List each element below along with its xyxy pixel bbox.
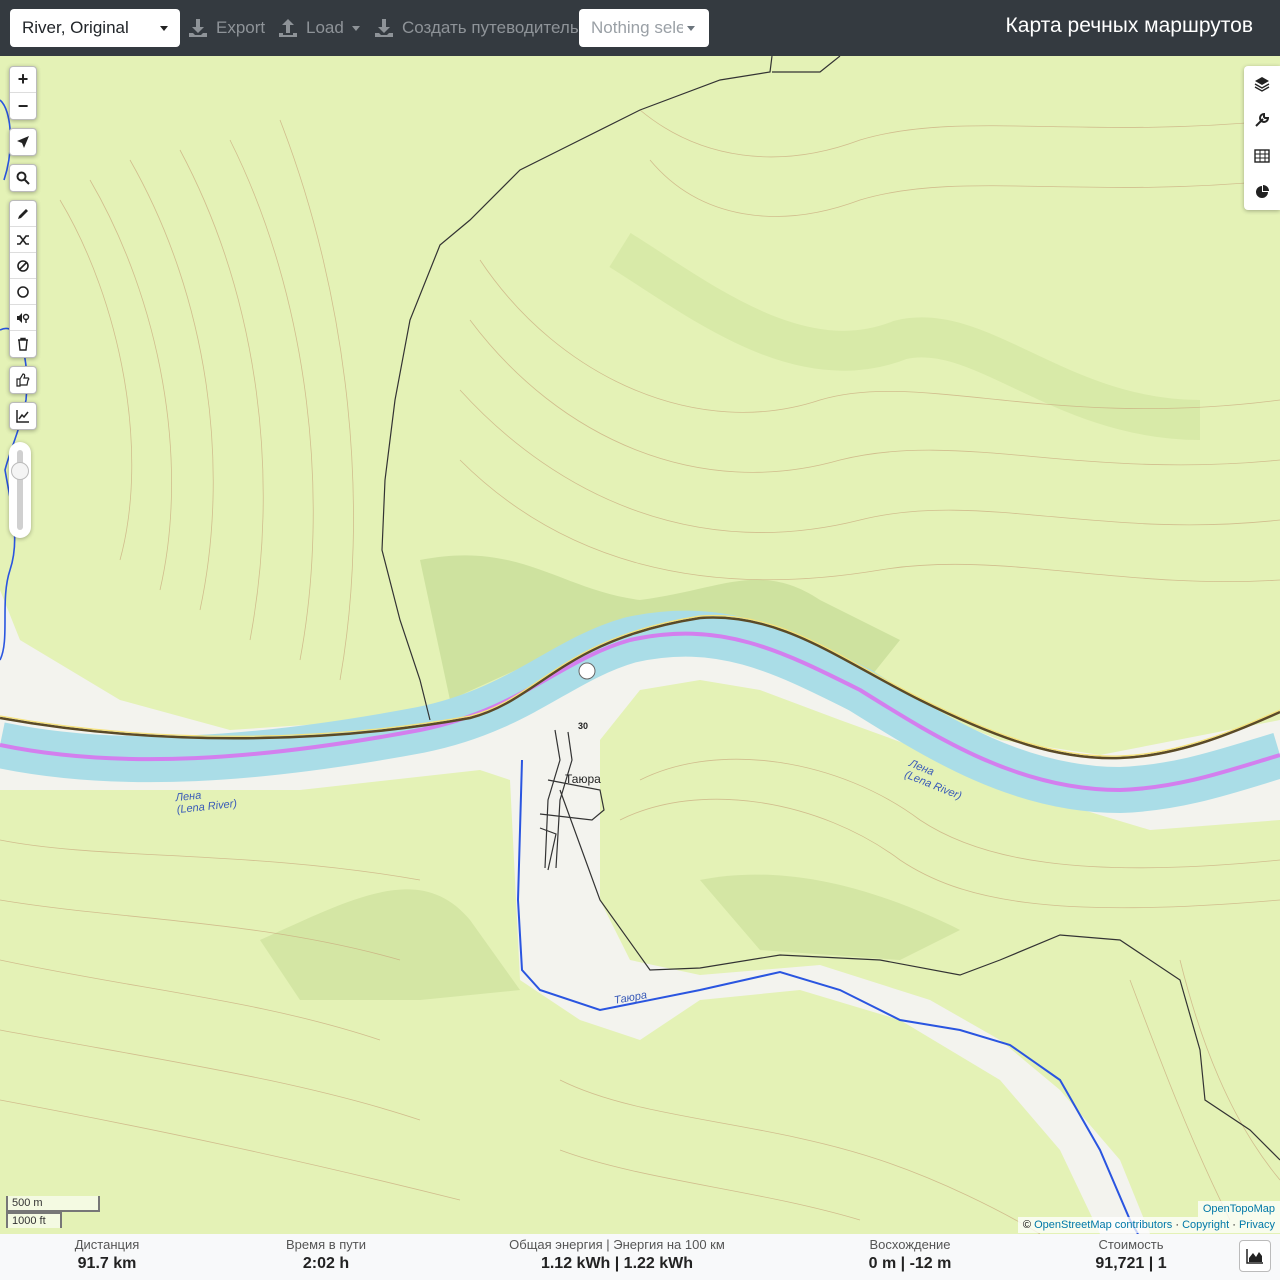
profile-chart-button[interactable]: [1239, 1240, 1271, 1272]
stat-label: Время в пути: [286, 1237, 366, 1252]
slider-handle[interactable]: [11, 462, 29, 480]
table-icon: [1254, 149, 1270, 163]
copyright-link[interactable]: Copyright: [1182, 1219, 1229, 1231]
delete-route-button[interactable]: [10, 331, 36, 357]
export-button[interactable]: Export: [188, 14, 265, 42]
line-chart-icon: [16, 410, 29, 423]
download-icon: [375, 19, 393, 37]
like-button[interactable]: [10, 367, 36, 393]
selection-dropdown[interactable]: Nothing selected: [579, 9, 709, 47]
scale-bar: 500 m 1000 ft: [6, 1196, 100, 1228]
layers-icon: [1254, 77, 1270, 92]
stat-label: Стоимость: [1098, 1237, 1164, 1252]
download-icon: [189, 19, 207, 37]
locate-button[interactable]: [10, 129, 36, 155]
zoom-in-button[interactable]: +: [10, 67, 36, 93]
stat-label: Дистанция: [74, 1237, 140, 1252]
trash-icon: [18, 337, 28, 351]
stat-label: Восхождение: [869, 1237, 951, 1252]
draw-route-button[interactable]: [10, 201, 36, 227]
zoom-control: + −: [9, 66, 37, 120]
chevron-down-icon: [351, 25, 360, 31]
avoid-area-button[interactable]: [10, 253, 36, 279]
profile-select[interactable]: River, Original: [10, 9, 180, 47]
statistics-button[interactable]: [1244, 174, 1280, 210]
zoom-out-button[interactable]: −: [10, 93, 36, 119]
top-navbar: River, Original Export Load Создать путе…: [0, 0, 1280, 56]
load-label: Load: [306, 18, 344, 37]
load-button[interactable]: Load: [278, 14, 360, 42]
ban-icon: [17, 259, 29, 272]
place-label: Таюра: [565, 772, 601, 786]
draw-control: [9, 200, 37, 358]
pie-chart-icon: [1256, 185, 1269, 198]
stat-value: 91,721 | 1: [1095, 1255, 1167, 1272]
stat-ascent: Восхождение 0 m | -12 m: [850, 1237, 970, 1273]
search-icon: [16, 171, 30, 185]
stat-duration: Время в пути 2:02 h: [266, 1237, 386, 1273]
tiles-attribution-link[interactable]: OpenTopoMap: [1203, 1203, 1275, 1215]
stat-value: 2:02 h: [302, 1255, 350, 1272]
location-arrow-icon: [17, 136, 29, 148]
pencil-icon: [18, 208, 28, 219]
stat-cost: Стоимость 91,721 | 1: [1075, 1237, 1187, 1273]
profile-select-value: River, Original: [22, 18, 129, 37]
area-chart-icon: [1246, 1249, 1263, 1264]
search-button[interactable]: [10, 165, 36, 191]
osm-link[interactable]: OpenStreetMap contributors: [1034, 1219, 1172, 1231]
separator: ·: [1175, 1219, 1179, 1231]
stat-value: 1.12 kWh | 1.22 kWh: [540, 1255, 694, 1272]
wrench-icon: [1255, 112, 1270, 127]
scale-imperial: 1000 ft: [6, 1212, 62, 1228]
layers-button[interactable]: [1244, 66, 1280, 102]
opacity-slider[interactable]: [9, 442, 31, 538]
circle-icon: [17, 285, 29, 298]
chevron-down-icon: [687, 25, 695, 31]
copyright-symbol: ©: [1022, 1219, 1032, 1231]
stat-label: Общая энергия | Энергия на 100 км: [509, 1237, 725, 1252]
selection-placeholder: Nothing selected: [591, 18, 683, 37]
stat-distance: Дистанция 91.7 km: [45, 1237, 169, 1273]
route-stats-bar: Дистанция 91.7 km Время в пути 2:02 h Об…: [0, 1234, 1280, 1280]
upload-icon: [279, 19, 297, 37]
voice-hint-button[interactable]: [10, 305, 36, 331]
settings-button[interactable]: [1244, 102, 1280, 138]
stat-value: 91.7 km: [77, 1255, 137, 1272]
export-label: Export: [216, 18, 266, 37]
privacy-link[interactable]: Privacy: [1239, 1219, 1275, 1231]
circle-tool-button[interactable]: [10, 279, 36, 305]
scale-metric: 500 m: [6, 1196, 100, 1212]
options-control: [9, 366, 37, 394]
map-toolbar-right: [1244, 66, 1280, 210]
road-badge-label: 30: [578, 721, 589, 731]
stat-value: 0 m | -12 m: [868, 1255, 952, 1272]
shuffle-icon: [17, 234, 29, 245]
create-guide-button[interactable]: Создать путеводитель: [374, 14, 579, 42]
table-button[interactable]: [1244, 138, 1280, 174]
elevation-chart-button[interactable]: [10, 403, 36, 429]
thumbs-up-icon: [16, 373, 30, 387]
sound-marker-icon: [17, 312, 30, 323]
search-control: [9, 164, 37, 192]
chevron-down-icon: [160, 25, 168, 31]
locate-control: [9, 128, 37, 156]
elevation-control: [9, 402, 37, 430]
map-attribution: OpenTopoMap © OpenStreetMap contributors…: [1017, 1201, 1280, 1233]
stat-energy: Общая энергия | Энергия на 100 км 1.12 k…: [492, 1237, 742, 1273]
separator: ·: [1232, 1219, 1236, 1231]
map-canvas[interactable]: 30 Таюра Лена (Lena River) Лена (Lena Ri…: [0, 56, 1280, 1234]
create-guide-label: Создать путеводитель: [402, 18, 579, 37]
topo-map: [0, 56, 1280, 1234]
reverse-route-button[interactable]: [10, 227, 36, 253]
app-title: Карта речных маршрутов: [1005, 14, 1253, 37]
